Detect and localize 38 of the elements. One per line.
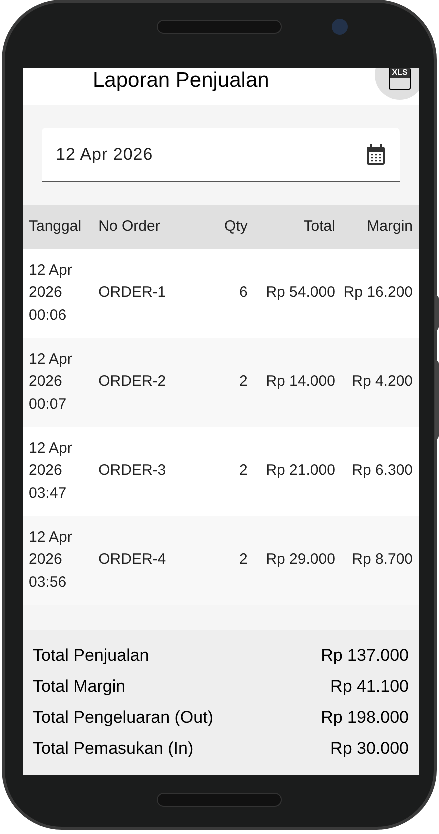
- summary-value: Rp 30.000: [330, 738, 409, 760]
- table-cell-text: ORDER-3: [98, 461, 168, 482]
- table-cell-text: 2: [238, 372, 248, 392]
- summary-label: Total Pengeluaran (Out): [33, 706, 214, 729]
- column-header: Total: [302, 216, 336, 237]
- column-header: No Order: [98, 216, 162, 237]
- table-cell-text: Rp 8.700: [351, 550, 414, 570]
- column-header: Tanggal: [29, 216, 83, 237]
- summary-label: Total Penjualan: [33, 644, 150, 667]
- table-cell-text: Rp 4.200: [351, 372, 414, 392]
- summary-label: Total Margin: [33, 676, 126, 698]
- calendar-icon: [366, 144, 386, 166]
- summary-value: Rp 41.100: [330, 676, 409, 698]
- table-cell-text: 12 Apr 2026 00:07: [29, 350, 74, 415]
- table-cell-text: Rp 21.000: [265, 461, 336, 482]
- xls-label: XLS: [390, 68, 410, 78]
- table-cell-text: Rp 6.300: [351, 461, 414, 482]
- table-cell-text: 12 Apr 2026 03:56: [29, 528, 74, 593]
- table-cell-text: Rp 14.000: [265, 372, 336, 392]
- table-cell-text: 2: [238, 550, 248, 570]
- summary-value: Rp 198.000: [321, 706, 409, 729]
- table-cell-text: Rp 29.000: [265, 550, 336, 570]
- table-cell-text: 12 Apr 2026 03:47: [29, 438, 74, 504]
- table-cell-text: ORDER-1: [98, 283, 168, 304]
- export-xls-button[interactable]: XLS: [375, 68, 419, 100]
- table-cell-text: Rp 16.200: [342, 283, 414, 304]
- date-field[interactable]: 12 Apr 2026: [42, 128, 400, 182]
- summary-value: Rp 137.000: [321, 644, 409, 667]
- page-title: Laporan Penjualan: [93, 69, 270, 93]
- table-cell-text: 6: [238, 283, 248, 304]
- table-cell-text: 12 Apr 2026 00:06: [29, 260, 74, 326]
- column-header: Qty: [224, 216, 248, 237]
- summary-label: Total Pemasukan (In): [33, 738, 194, 760]
- table-cell-text: ORDER-4: [98, 550, 168, 570]
- table-cell-text: 2: [238, 461, 248, 482]
- table-cell-text: Rp 54.000: [265, 283, 336, 304]
- table-cell-text: ORDER-2: [98, 372, 168, 392]
- column-header: Margin: [366, 216, 414, 237]
